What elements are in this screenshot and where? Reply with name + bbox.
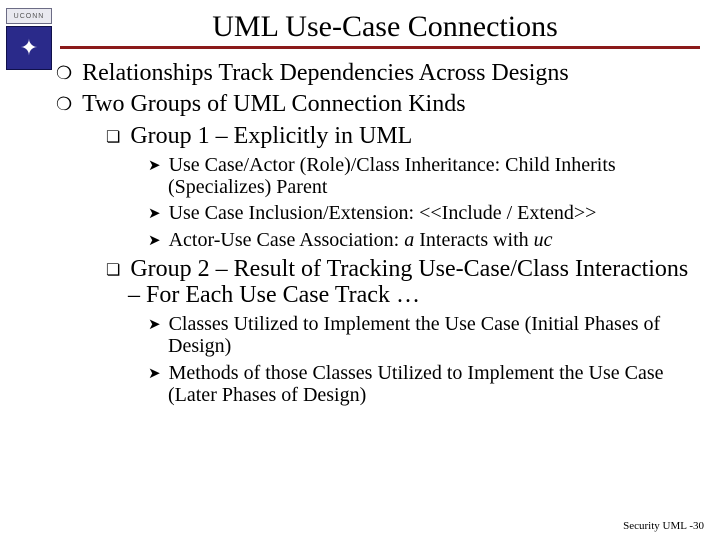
bullet-text: Use Case/Actor (Role)/Class Inheritance:…: [168, 154, 616, 198]
bullet-level1: Two Groups of UML Connection Kinds: [56, 91, 702, 118]
bullet-level2: Group 2 – Result of Tracking Use-Case/Cl…: [106, 257, 702, 309]
slide: UCONN ✦ UML Use-Case Connections Relatio…: [0, 0, 720, 540]
bullet-text: Group 2 – Result of Tracking Use-Case/Cl…: [128, 256, 688, 308]
variable-a: a: [404, 229, 414, 251]
slide-title: UML Use-Case Connections: [60, 10, 710, 44]
bullet-text: Use Case Inclusion/Extension: <<Include …: [169, 202, 597, 224]
bullet-text: Methods of those Classes Utilized to Imp…: [168, 362, 664, 406]
logo-text: UCONN: [6, 8, 52, 24]
bullet-level3: Actor-Use Case Association: a Interacts …: [148, 229, 702, 251]
bullet-level3: Use Case Inclusion/Extension: <<Include …: [148, 202, 702, 224]
bullet-level1: Relationships Track Dependencies Across …: [56, 60, 702, 87]
bullet-text: Interacts with: [414, 229, 533, 251]
title-underline: [60, 46, 700, 49]
bullet-text: Actor-Use Case Association:: [169, 229, 405, 251]
variable-uc: uc: [534, 229, 553, 251]
bullet-level3: Use Case/Actor (Role)/Class Inheritance:…: [148, 154, 702, 199]
bullet-text: Group 1 – Explicitly in UML: [130, 123, 412, 149]
bullet-level3: Methods of those Classes Utilized to Imp…: [148, 362, 702, 407]
bullet-text: Classes Utilized to Implement the Use Ca…: [168, 313, 660, 357]
slide-footer: Security UML -30: [623, 520, 704, 532]
slide-body: Relationships Track Dependencies Across …: [18, 56, 702, 409]
bullet-level2: Group 1 – Explicitly in UML: [106, 124, 702, 150]
bullet-text: Two Groups of UML Connection Kinds: [82, 91, 465, 117]
bullet-text: Relationships Track Dependencies Across …: [82, 60, 569, 86]
bullet-level3: Classes Utilized to Implement the Use Ca…: [148, 313, 702, 358]
